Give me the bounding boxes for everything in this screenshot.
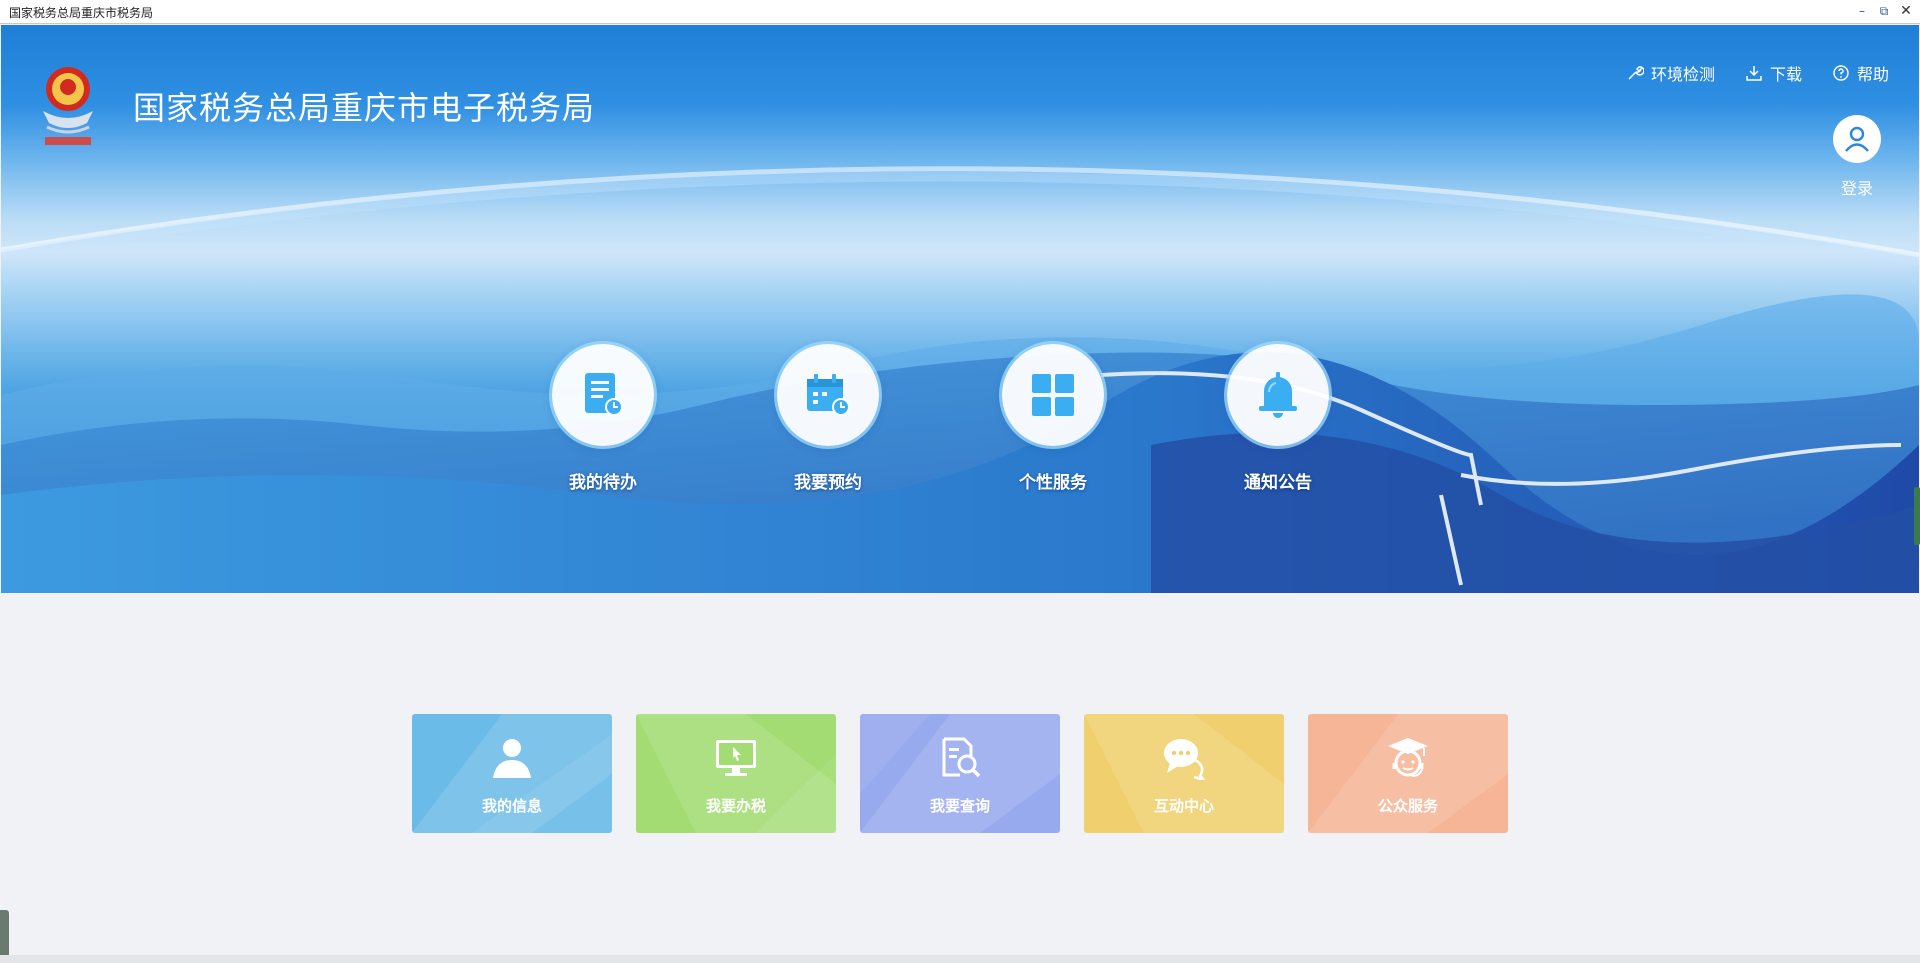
tile-query[interactable]: 我要查询 — [860, 714, 1060, 833]
todo-document-icon — [585, 373, 623, 416]
quick-item-label: 我的待办 — [569, 473, 637, 493]
quick-item-icon-ring — [777, 344, 879, 446]
environment-check-label: 环境检测 — [1650, 65, 1715, 84]
download-link[interactable]: 下载 — [1745, 61, 1802, 85]
quick-item-label: 个性服务 — [1019, 473, 1087, 493]
quick-item-label: 通知公告 — [1244, 473, 1312, 493]
help-link[interactable]: 帮助 — [1832, 61, 1889, 85]
tile-label: 我要查询 — [929, 797, 990, 815]
tile-label: 公众服务 — [1377, 797, 1438, 815]
environment-check-link[interactable]: 环境检测 — [1626, 61, 1715, 85]
restore-button[interactable]: ⧉ — [1876, 2, 1892, 20]
window-titlebar: 国家税务总局重庆市税务局 – ⧉ ✕ — [0, 0, 1920, 24]
tile-label: 我要办税 — [705, 797, 766, 815]
tile-my-info[interactable]: 我的信息 — [412, 714, 612, 833]
tile-label: 互动中心 — [1153, 797, 1214, 815]
tile-label: 我的信息 — [481, 797, 542, 815]
monitor-cursor-icon — [716, 740, 756, 776]
help-label: 帮助 — [1856, 65, 1889, 84]
user-avatar-icon — [1845, 126, 1869, 152]
bell-icon — [1259, 372, 1297, 418]
service-tiles: 我的信息 我要办税 我要查询 互动中心 公众服务 — [412, 714, 1508, 833]
bottom-border — [0, 955, 1920, 963]
download-label: 下载 — [1769, 65, 1802, 84]
quick-item-personal-service[interactable]: 个性服务 — [983, 344, 1123, 493]
hero-banner: 国家税务总局重庆市电子税务局 环境检测 下载 帮助 登录 我的待办 我要预约 个… — [1, 25, 1919, 593]
top-links: 环境检测 下载 帮助 — [1626, 61, 1889, 85]
window-title: 国家税务总局重庆市税务局 — [9, 6, 154, 20]
grid-icon — [1032, 374, 1074, 416]
quick-item-icon-ring — [552, 344, 654, 446]
tile-interaction-center[interactable]: 互动中心 — [1084, 714, 1284, 833]
site-title: 国家税务总局重庆市电子税务局 — [133, 89, 596, 127]
avatar — [1833, 115, 1881, 163]
quick-item-label: 我要预约 — [794, 473, 862, 493]
close-button[interactable]: ✕ — [1898, 2, 1914, 20]
user-icon — [493, 739, 531, 778]
tile-public-service[interactable]: 公众服务 — [1308, 714, 1508, 833]
download-icon — [1746, 66, 1762, 81]
help-icon — [1833, 65, 1849, 81]
document-search-icon — [942, 737, 981, 778]
quick-item-appointment[interactable]: 我要预约 — [758, 344, 898, 493]
minimize-button[interactable]: – — [1854, 2, 1870, 20]
calendar-clock-icon — [807, 374, 850, 416]
login-label: 登录 — [1840, 179, 1873, 198]
scrollbar-handle[interactable] — [1914, 487, 1920, 545]
tile-tax-handling[interactable]: 我要办税 — [636, 714, 836, 833]
quick-item-icon-ring — [1227, 344, 1329, 446]
quick-item-notice[interactable]: 通知公告 — [1208, 344, 1348, 493]
quick-item-icon-ring — [1002, 344, 1104, 446]
login-button[interactable]: 登录 — [1831, 115, 1883, 199]
graduate-headset-icon — [1388, 738, 1428, 777]
window-controls: – ⧉ ✕ — [1854, 2, 1914, 20]
wrench-icon — [1628, 66, 1644, 80]
tax-bureau-emblem-logo — [35, 63, 101, 147]
quick-item-todo[interactable]: 我的待办 — [533, 344, 673, 493]
chat-icon — [1164, 739, 1205, 780]
